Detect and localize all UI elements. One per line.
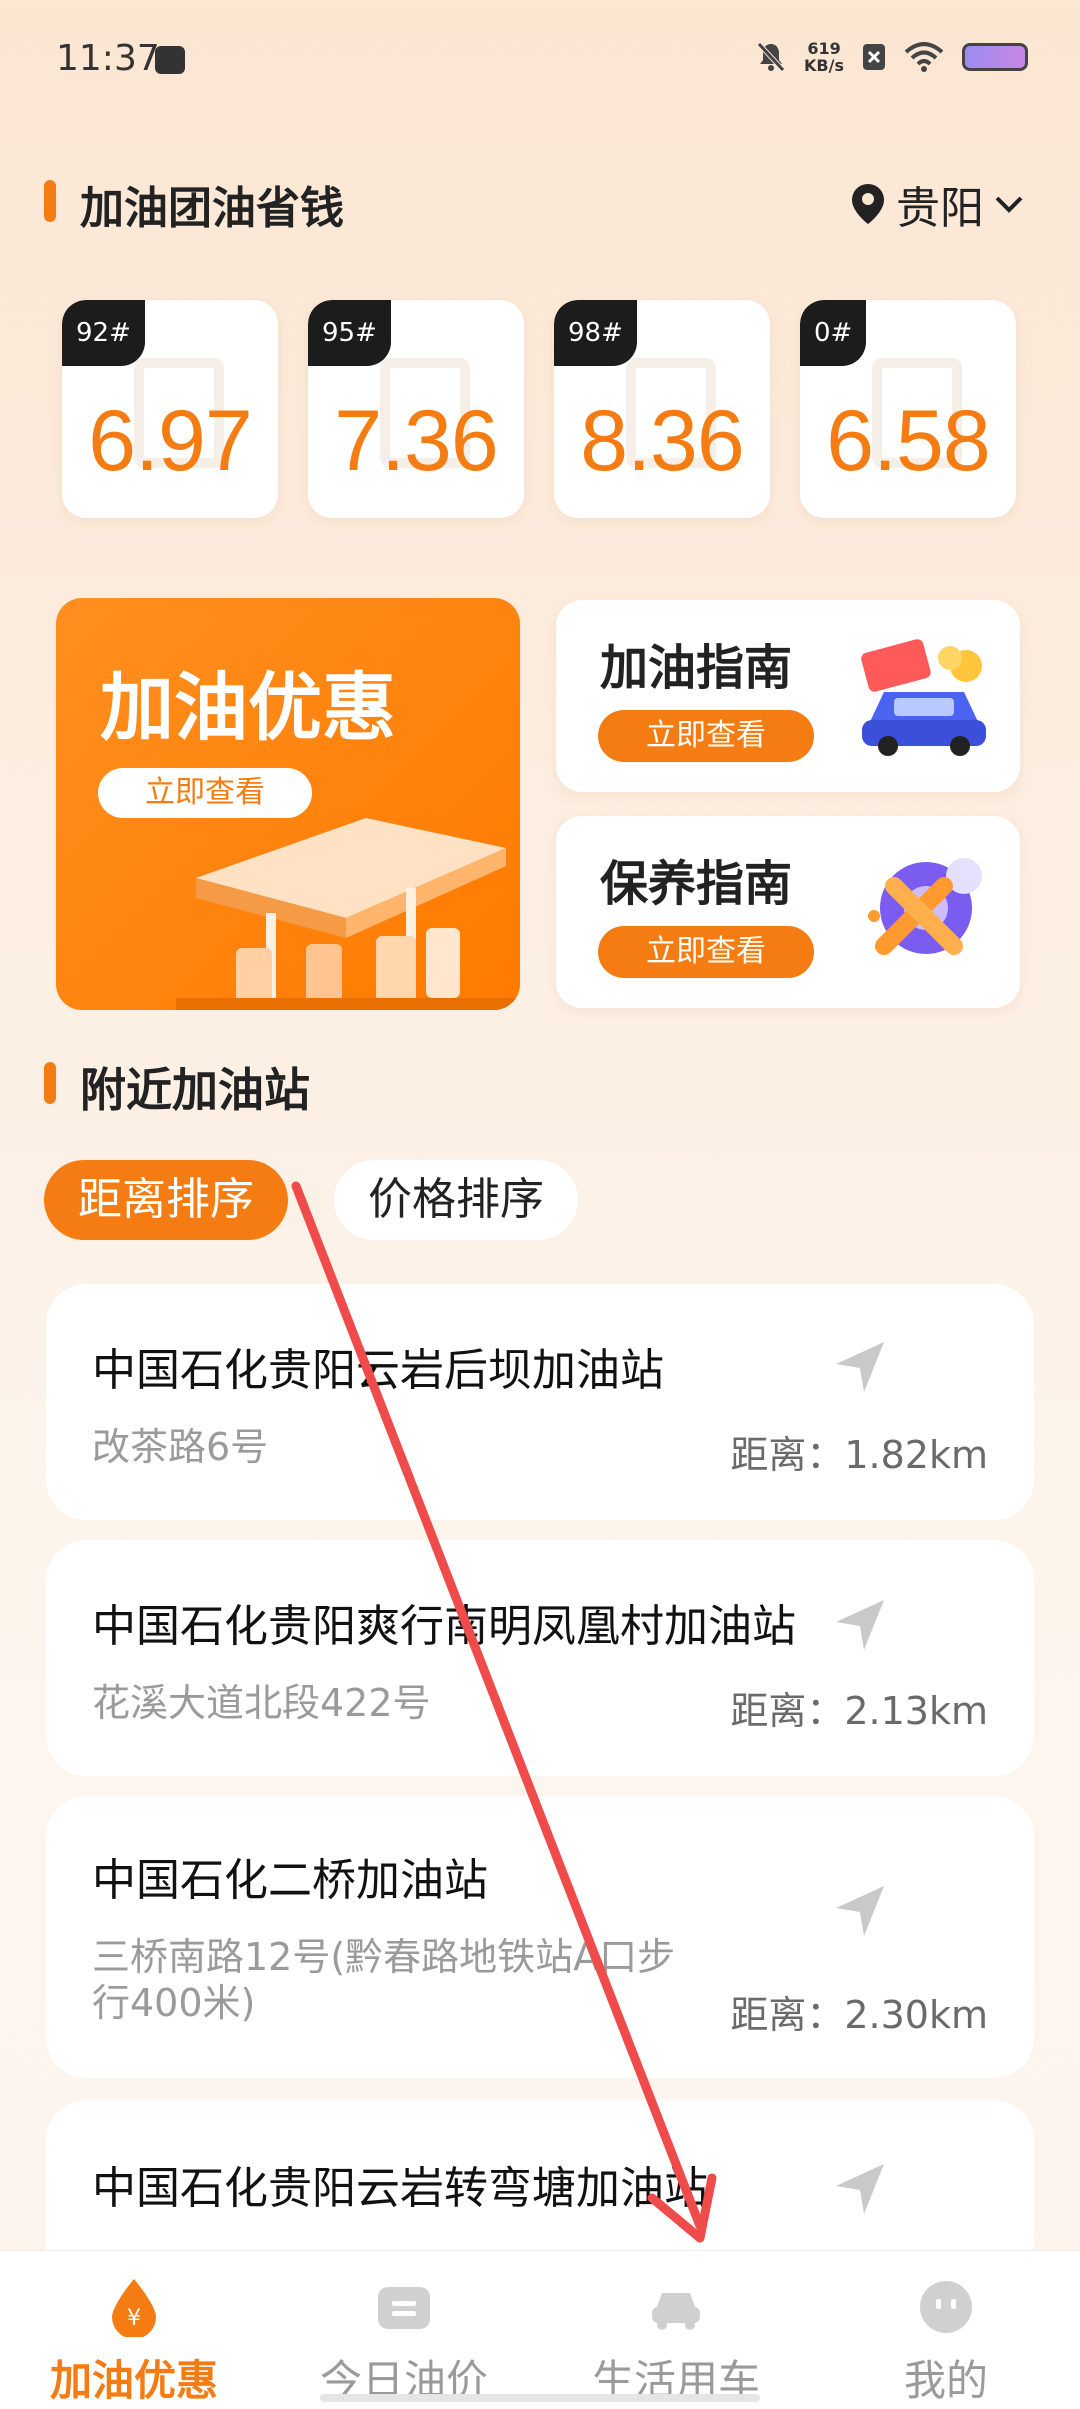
station-name: 中国石化贵阳云岩后坝加油站 (92, 1345, 664, 1396)
tab-fuel-discount[interactable]: ¥ 加油优惠 (24, 2277, 244, 2408)
home-indicator (320, 2394, 760, 2402)
station-card[interactable]: 中国石化二桥加油站 三桥南路12号(黔春路地铁站A口步行400米) 距离：2.3… (46, 1796, 1034, 2078)
station-card[interactable]: 中国石化贵阳云岩后坝加油站 改茶路6号 距离：1.82km (46, 1284, 1034, 1520)
navigate-arrow-icon[interactable] (832, 1596, 888, 1652)
tab-label: 加油优惠 (49, 2356, 218, 2405)
message-notification-icon (155, 46, 185, 74)
location-pin-icon (852, 184, 884, 224)
fuel-price: 6.97 (88, 393, 252, 489)
ticket-icon (378, 2287, 430, 2329)
station-name: 中国石化二桥加油站 (92, 1855, 488, 1906)
profile-face-icon (920, 2281, 972, 2333)
mute-bell-icon (757, 42, 785, 72)
tab-today-price[interactable]: 今日油价 (294, 2277, 514, 2408)
station-card[interactable]: 中国石化贵阳爽行南明凤凰村加油站 花溪大道北段422号 距离：2.13km (46, 1540, 1034, 1776)
speed-unit: KB/s (804, 56, 844, 75)
maintenance-guide-title: 保养指南 (600, 856, 793, 912)
sort-by-distance-button[interactable]: 距离排序 (44, 1160, 288, 1240)
station-distance: 距离：2.30km (730, 1993, 988, 2037)
fuel-guide-view-button[interactable]: 立即查看 (598, 710, 814, 762)
network-speed: 619 KB/s (804, 40, 844, 74)
station-address: 花溪大道北段422号 (92, 1681, 431, 1725)
station-name: 中国石化贵阳爽行南明凤凰村加油站 (92, 1601, 796, 1652)
maintenance-guide-view-button[interactable]: 立即查看 (598, 926, 814, 978)
fuel-price-card-0[interactable]: 0# 6.58 (800, 300, 1016, 518)
section-accent-bar (44, 1062, 56, 1104)
chevron-down-icon (995, 196, 1023, 213)
car-coupon-illustration (861, 639, 986, 756)
city-name: 贵阳 (896, 183, 984, 234)
fuel-grade: 98# (554, 300, 637, 366)
tab-label: 我的 (903, 2356, 988, 2405)
svg-text:¥: ¥ (127, 2306, 141, 2331)
battery-icon (962, 43, 1028, 71)
fuel-price: 6.58 (826, 393, 990, 489)
wifi-icon (904, 42, 944, 72)
sort-by-price-button[interactable]: 价格排序 (334, 1160, 578, 1240)
status-icons: 619 KB/s (756, 40, 1028, 74)
speed-value: 619 (807, 39, 841, 58)
fuel-price: 7.36 (334, 393, 498, 489)
fuel-grade: 92# (62, 300, 145, 366)
status-time: 11:37 (56, 38, 160, 79)
city-selector[interactable]: 贵阳 (850, 172, 1024, 236)
station-address: 改茶路6号 (92, 1425, 269, 1469)
station-distance: 距离：1.82km (730, 1433, 988, 1477)
fuel-guide-card[interactable]: 加油指南 立即查看 (556, 600, 1020, 792)
nearby-title: 附近加油站 (80, 1063, 310, 1117)
station-distance: 距离：2.13km (730, 1689, 988, 1733)
fuel-price-card-95[interactable]: 95# 7.36 (308, 300, 524, 518)
fuel-price: 8.36 (580, 393, 744, 489)
banner-title: 加油优惠 (100, 665, 396, 751)
fuel-guide-title: 加油指南 (600, 640, 793, 696)
station-card[interactable]: 中国石化贵阳云岩转弯塘加油站 (46, 2100, 1034, 2250)
station-address: 三桥南路12号(黔春路地铁站A口步行400米) (92, 1935, 676, 2025)
navigate-arrow-icon[interactable] (832, 1882, 888, 1938)
car-icon (652, 2293, 700, 2330)
gas-station-illustration (176, 818, 520, 1010)
fuel-grade: 95# (308, 300, 391, 366)
station-name: 中国石化贵阳云岩转弯塘加油站 (92, 2163, 708, 2214)
fuel-discount-banner[interactable]: 加油优惠 立即查看 (56, 598, 520, 1010)
maintenance-guide-card[interactable]: 保养指南 立即查看 (556, 816, 1020, 1008)
title-accent-bar (44, 180, 56, 222)
no-sim-icon (863, 44, 885, 70)
tab-life-car[interactable]: 生活用车 (566, 2277, 786, 2408)
bottom-tab-bar: ¥ 加油优惠 今日油价 生活用车 我的 (0, 2250, 1080, 2409)
fuel-price-card-98[interactable]: 98# 8.36 (554, 300, 770, 518)
fuel-drop-yuan-icon: ¥ (112, 2279, 156, 2339)
navigate-arrow-icon[interactable] (832, 1338, 888, 1394)
fuel-price-card-92[interactable]: 92# 6.97 (62, 300, 278, 518)
tab-mine[interactable]: 我的 (836, 2277, 1056, 2408)
fuel-grade: 0# (800, 300, 867, 366)
navigate-arrow-icon[interactable] (832, 2160, 888, 2216)
page-title: 加油团油省钱 (80, 183, 344, 234)
tools-gear-illustration (868, 858, 982, 955)
